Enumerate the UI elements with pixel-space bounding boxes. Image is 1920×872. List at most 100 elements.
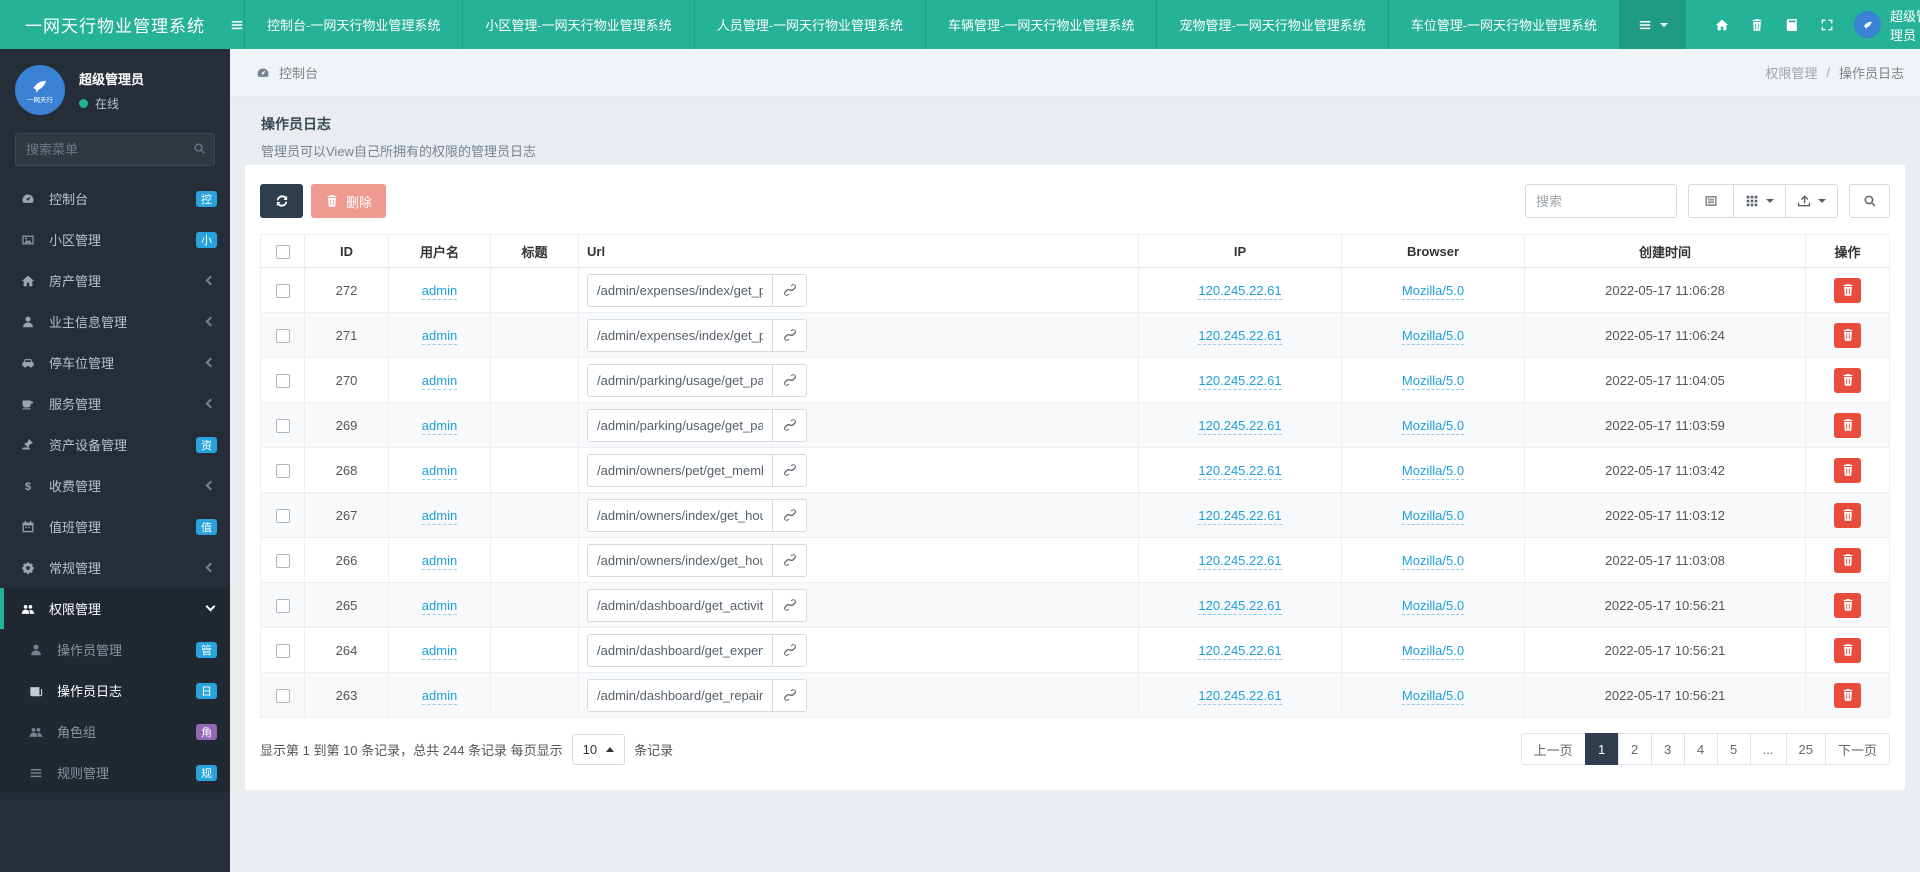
sidebar-item-操作员日志[interactable]: 操作员日志 日 [0,670,230,711]
row-checkbox[interactable] [275,553,290,568]
username-link[interactable]: admin [421,327,458,345]
open-url-button[interactable] [773,363,807,397]
username-link[interactable]: admin [421,462,458,480]
column-header-browser[interactable]: Browser [1341,234,1525,268]
pagination-item[interactable]: 5 [1716,733,1751,765]
open-url-button[interactable] [773,408,807,442]
browser-link[interactable]: Mozilla/5.0 [1401,642,1465,660]
row-delete-button[interactable] [1834,502,1861,528]
column-header-title[interactable]: 标题 [490,234,579,268]
browser-link[interactable]: Mozilla/5.0 [1401,462,1465,480]
row-checkbox[interactable] [275,373,290,388]
breadcrumb[interactable]: 控制台 [256,63,318,82]
browser-link[interactable]: Mozilla/5.0 [1401,507,1465,525]
ip-link[interactable]: 120.245.22.61 [1198,417,1282,435]
delete-button[interactable]: 删除 [311,184,387,218]
sidebar-item-小区管理[interactable]: 小区管理 小 [0,219,230,260]
ip-link[interactable]: 120.245.22.61 [1198,327,1282,345]
username-link[interactable]: admin [421,552,458,570]
pagination-item[interactable]: 2 [1617,733,1652,765]
sidebar-item-服务管理[interactable]: 服务管理 [0,383,230,424]
open-url-button[interactable] [773,273,807,307]
row-delete-button[interactable] [1834,412,1861,438]
tabs-menu-dropdown[interactable] [1620,0,1687,49]
username-link[interactable]: admin [421,372,458,390]
pagination-item[interactable]: 上一页 [1520,733,1586,765]
row-checkbox[interactable] [275,688,290,703]
pagination-page-active[interactable]: 1 [1584,733,1619,765]
row-checkbox[interactable] [275,643,290,658]
navbar-tab[interactable]: 车位管理-一网天行物业管理系统 [1387,0,1621,49]
pagination-item[interactable]: 25 [1785,733,1826,765]
username-link[interactable]: admin [421,282,458,300]
ip-link[interactable]: 120.245.22.61 [1198,642,1282,660]
search-button[interactable] [1849,184,1890,218]
ip-link[interactable]: 120.245.22.61 [1198,372,1282,390]
username-link[interactable]: admin [421,642,458,660]
sidebar-item-房产管理[interactable]: 房产管理 [0,260,230,301]
log-book-button[interactable] [1774,0,1809,49]
url-input[interactable] [587,408,773,442]
select-all-checkbox[interactable] [275,244,290,259]
row-delete-button[interactable] [1834,277,1861,303]
column-header-id[interactable]: ID [304,234,389,268]
row-checkbox[interactable] [275,598,290,613]
sidebar-item-操作员管理[interactable]: 操作员管理 管 [0,629,230,670]
pagination-item[interactable]: 4 [1683,733,1718,765]
row-delete-button[interactable] [1834,592,1861,618]
open-url-button[interactable] [773,633,807,667]
pagination-item[interactable]: 3 [1650,733,1685,765]
row-checkbox[interactable] [275,508,290,523]
column-header-url[interactable]: Url [578,234,1139,268]
refresh-button[interactable] [260,184,303,218]
navbar-tab[interactable]: 控制台-一网天行物业管理系统 [244,0,462,49]
menu-search-input[interactable] [15,133,215,166]
ip-link[interactable]: 120.245.22.61 [1198,462,1282,480]
ip-link[interactable]: 120.245.22.61 [1198,687,1282,705]
open-url-button[interactable] [773,543,807,577]
browser-link[interactable]: Mozilla/5.0 [1401,417,1465,435]
sidebar-item-收费管理[interactable]: $ 收费管理 [0,465,230,506]
browser-link[interactable]: Mozilla/5.0 [1401,552,1465,570]
export-button[interactable] [1785,184,1838,218]
username-link[interactable]: admin [421,507,458,525]
row-checkbox[interactable] [275,283,290,298]
row-checkbox[interactable] [275,328,290,343]
url-input[interactable] [587,453,773,487]
ip-link[interactable]: 120.245.22.61 [1198,282,1282,300]
sidebar-item-控制台[interactable]: 控制台 控 [0,178,230,219]
url-input[interactable] [587,498,773,532]
sidebar-item-资产设备管理[interactable]: 资产设备管理 资 [0,424,230,465]
sidebar-toggle-button[interactable] [230,0,244,49]
column-header-ip[interactable]: IP [1138,234,1342,268]
sidebar-item-规则管理[interactable]: 规则管理 规 [0,752,230,793]
sidebar-item-权限管理[interactable]: 权限管理 [0,588,230,629]
sidebar-item-常规管理[interactable]: 常规管理 [0,547,230,588]
pagination-item[interactable]: 下一页 [1824,733,1890,765]
fullscreen-button[interactable] [1809,0,1844,49]
column-header-created[interactable]: 创建时间 [1524,234,1806,268]
page-size-select[interactable]: 10 [571,733,626,765]
url-input[interactable] [587,543,773,577]
browser-link[interactable]: Mozilla/5.0 [1401,282,1465,300]
navbar-tab[interactable]: 小区管理-一网天行物业管理系统 [462,0,693,49]
url-input[interactable] [587,318,773,352]
row-delete-button[interactable] [1834,457,1861,483]
user-avatar[interactable]: 一网天行 [15,65,65,115]
row-delete-button[interactable] [1834,547,1861,573]
row-delete-button[interactable] [1834,367,1861,393]
clear-cache-button[interactable] [1739,0,1774,49]
columns-button[interactable] [1733,184,1786,218]
ip-link[interactable]: 120.245.22.61 [1198,507,1282,525]
open-url-button[interactable] [773,588,807,622]
column-header-username[interactable]: 用户名 [388,234,491,268]
row-checkbox[interactable] [275,463,290,478]
browser-link[interactable]: Mozilla/5.0 [1401,327,1465,345]
navbar-tab[interactable]: 宠物管理-一网天行物业管理系统 [1156,0,1387,49]
navbar-tab[interactable]: 人员管理-一网天行物业管理系统 [693,0,925,49]
url-input[interactable] [587,633,773,667]
ip-link[interactable]: 120.245.22.61 [1198,552,1282,570]
row-delete-button[interactable] [1834,682,1861,708]
url-input[interactable] [587,273,773,307]
username-link[interactable]: admin [421,417,458,435]
